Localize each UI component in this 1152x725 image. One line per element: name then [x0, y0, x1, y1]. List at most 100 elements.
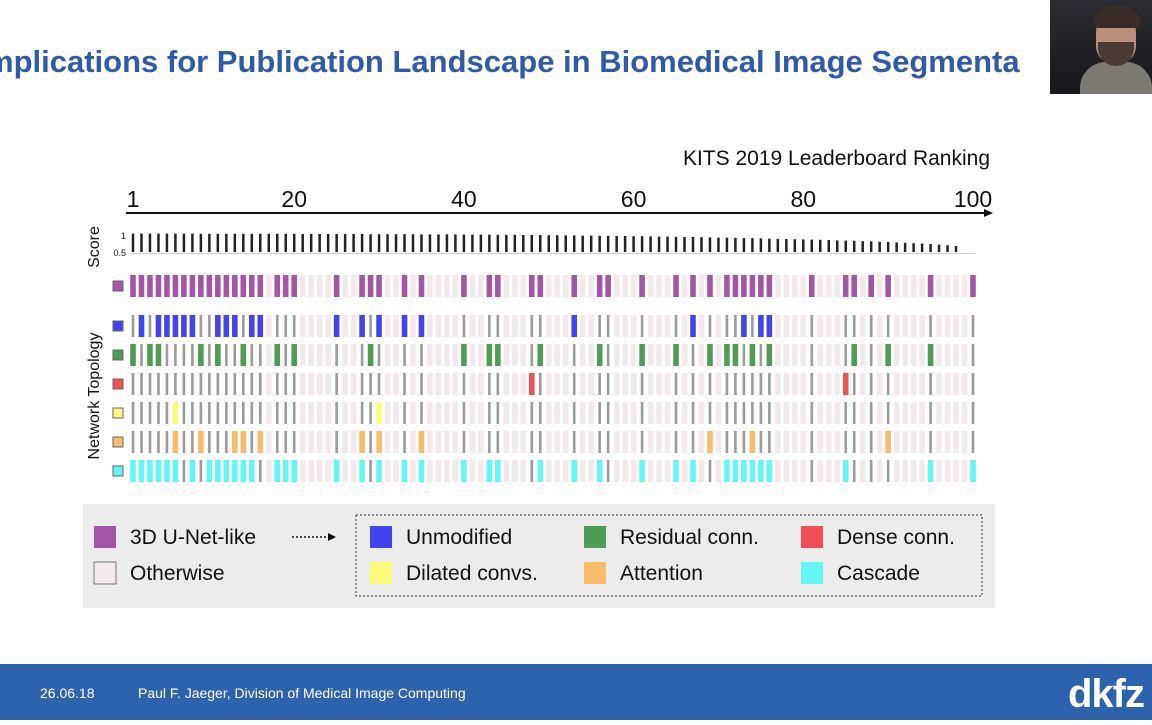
cell-dilated [410, 402, 416, 424]
cell-cascade [369, 460, 372, 482]
cell-attention [572, 431, 576, 453]
score-tick-label: 1 [121, 231, 126, 241]
cell-unmodified [715, 315, 722, 337]
score-bar [275, 233, 279, 252]
cell-dense [299, 373, 306, 395]
cell-dense [792, 373, 798, 395]
cell-unet [681, 275, 688, 297]
cell-attention [165, 431, 169, 453]
cell-dense [488, 373, 491, 395]
cell-attention [232, 431, 238, 453]
cell-attention [427, 431, 433, 453]
cell-unmodified [554, 315, 561, 337]
score-bar [479, 234, 483, 252]
cell-dense [919, 373, 925, 395]
cell-attention [530, 431, 534, 453]
cell-cascade [206, 460, 213, 482]
cell-unmodified [708, 315, 712, 337]
cell-dense [647, 373, 654, 395]
dkfz-logo: dkfz [1068, 672, 1145, 716]
cell-unet [613, 275, 620, 297]
cell-unmodified [910, 315, 917, 337]
cell-cascade [545, 460, 552, 482]
cell-dilated [216, 402, 220, 424]
legend-swatch-unmodified [370, 526, 392, 548]
cell-residual [630, 344, 637, 366]
cell-dense [528, 373, 535, 395]
cell-attention [852, 431, 856, 453]
legend-label-residual: Residual conn. [620, 526, 759, 549]
cell-unmodified [215, 315, 221, 337]
cell-unmodified [384, 315, 391, 337]
cell-dilated [674, 402, 678, 424]
score-bar [428, 234, 432, 252]
cell-unmodified [427, 315, 433, 337]
cell-unet [792, 275, 798, 297]
cell-unmodified [690, 315, 696, 337]
cell-dilated [393, 402, 399, 424]
cell-unmodified [810, 315, 814, 337]
cell-attention [462, 431, 466, 453]
cell-unet [282, 275, 289, 297]
cell-cascade [606, 460, 610, 482]
cell-cascade [749, 460, 756, 482]
cell-unet [350, 275, 357, 297]
cell-unmodified [783, 315, 790, 337]
cell-dilated [810, 402, 814, 424]
cell-attention [630, 431, 637, 453]
cell-attention [292, 431, 296, 453]
cell-attention [208, 431, 211, 453]
cell-unmodified [181, 315, 187, 337]
cell-dilated [953, 402, 959, 424]
score-bar [157, 233, 160, 252]
cell-dense [545, 373, 552, 395]
cell-unet [495, 275, 501, 297]
cell-dilated [250, 402, 254, 424]
cell-residual [656, 344, 662, 366]
cell-dilated [817, 402, 824, 424]
row-swatch-attention [112, 436, 124, 448]
cell-unet [630, 275, 637, 297]
chart-title: KITS 2019 Leaderboard Ranking [683, 147, 990, 170]
cell-residual [486, 344, 493, 366]
cell-attention [418, 431, 425, 453]
cell-unet [291, 275, 298, 297]
cell-dense [292, 373, 296, 395]
cell-residual [140, 344, 143, 366]
cell-residual [596, 344, 603, 366]
cell-attention [640, 431, 644, 453]
cell-unmodified [242, 315, 245, 337]
cell-dilated [869, 402, 873, 424]
cell-dilated [588, 402, 594, 424]
cell-dilated [834, 402, 841, 424]
cell-dilated [157, 402, 160, 424]
cell-unet [189, 275, 196, 297]
cell-dense [664, 373, 671, 395]
cell-residual [953, 344, 959, 366]
cell-dilated [554, 402, 561, 424]
score-bar [335, 234, 338, 252]
cell-attention [810, 431, 814, 453]
cell-cascade [886, 460, 890, 482]
cell-unet [401, 275, 408, 297]
cell-unmodified [598, 315, 601, 337]
cell-unet [749, 275, 756, 297]
row-swatch-dilated [112, 407, 124, 419]
cell-unet [206, 275, 213, 297]
cell-cascade [944, 460, 951, 482]
cell-residual [461, 344, 467, 366]
score-bar [174, 233, 177, 252]
cell-attention [664, 431, 671, 453]
cell-dilated [325, 402, 331, 424]
cell-cascade [215, 460, 221, 482]
cell-cascade [495, 460, 501, 482]
cell-cascade [562, 460, 569, 482]
cell-residual [360, 344, 364, 366]
score-bar [216, 233, 220, 252]
cell-dilated [316, 402, 323, 424]
cell-residual [384, 344, 391, 366]
cell-unmodified [792, 315, 798, 337]
cell-attention [792, 431, 798, 453]
cell-dense [751, 373, 754, 395]
cell-dense [588, 373, 594, 395]
